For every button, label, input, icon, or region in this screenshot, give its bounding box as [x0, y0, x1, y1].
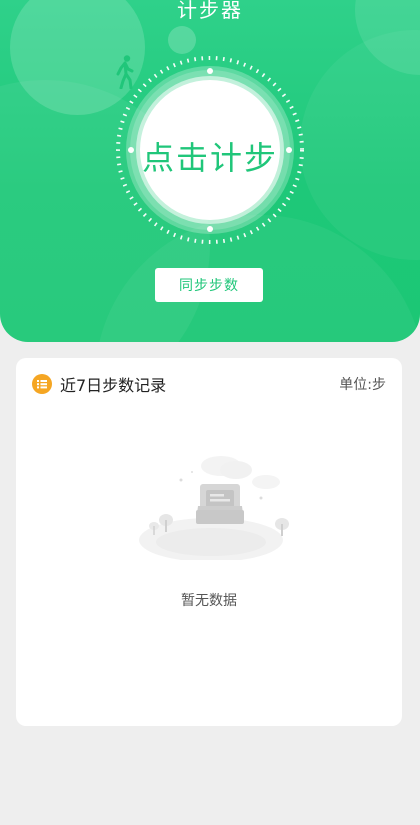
page-title: 计步器 — [177, 0, 243, 22]
card-title: 近7日步数记录 — [60, 376, 167, 395]
start-counting-label: 点击计步 — [141, 139, 278, 177]
page: 计步器 点击计步 同步步数 近7日步数记录 单位:步 暂无数据 — [0, 0, 420, 825]
empty-data-icon — [139, 456, 289, 560]
unit-label: 单位:步 — [339, 377, 386, 393]
step-record-card: 近7日步数记录 单位:步 暂无数据 — [16, 358, 402, 726]
card-header: 近7日步数记录 单位:步 — [32, 372, 386, 396]
decor-bubble — [168, 26, 196, 54]
hero-header: 计步器 点击计步 同步步数 — [0, 0, 420, 342]
step-dial-button[interactable]: 点击计步 — [115, 55, 305, 245]
list-icon — [32, 374, 52, 394]
walk-icon — [116, 55, 134, 89]
sync-steps-button[interactable]: 同步步数 — [155, 268, 263, 302]
empty-state-text: 暂无数据 — [181, 593, 237, 609]
